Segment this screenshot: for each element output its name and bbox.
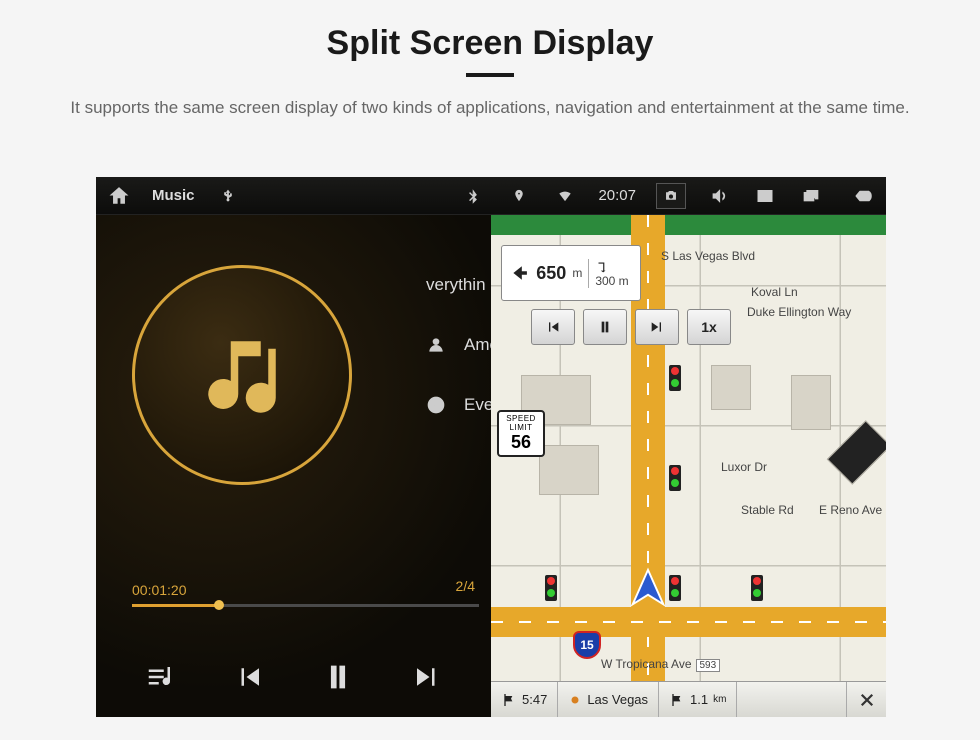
nav-close-button[interactable] xyxy=(846,682,886,717)
street-label: E Reno Ave xyxy=(819,503,882,517)
status-bar: Music 20:07 xyxy=(96,177,886,215)
track-album-row: Ever xyxy=(426,395,491,415)
turn-left-icon xyxy=(510,259,530,287)
track-title: verythin xyxy=(426,275,486,295)
wifi-icon xyxy=(552,183,578,209)
traffic-light-icon xyxy=(669,465,681,491)
track-album: Ever xyxy=(464,395,491,415)
poi-icon xyxy=(568,693,582,707)
turn-instruction: 650 m 300 m xyxy=(501,245,641,301)
page-subtitle: It supports the same screen display of t… xyxy=(50,95,930,121)
flag-icon xyxy=(501,692,517,708)
music-pane: verythin Ame Ever 00:01:20 2/4 xyxy=(96,215,491,717)
playlist-button[interactable] xyxy=(136,653,184,701)
artist-icon xyxy=(426,335,446,355)
traffic-light-icon xyxy=(545,575,557,601)
bluetooth-icon xyxy=(460,183,486,209)
home-icon[interactable] xyxy=(106,183,132,209)
nav-footer: 5:47 Las Vegas 1.1 km xyxy=(491,681,886,717)
nav-destination[interactable]: Las Vegas xyxy=(558,682,659,717)
track-artist: Ame xyxy=(464,335,491,355)
nav-prev-button[interactable] xyxy=(531,309,575,345)
track-artist-row: Ame xyxy=(426,335,491,355)
nav-remaining-distance[interactable]: 1.1 km xyxy=(659,682,737,717)
street-label: Stable Rd xyxy=(741,503,794,517)
track-title-row: verythin xyxy=(426,275,491,295)
pause-button[interactable] xyxy=(314,653,362,701)
recent-apps-icon[interactable] xyxy=(798,183,824,209)
street-label: Koval Ln xyxy=(751,285,798,299)
street-label: W Tropicana Ave593 xyxy=(601,657,720,671)
title-underline xyxy=(466,73,514,77)
street-label: Luxor Dr xyxy=(721,460,767,474)
nav-next-button[interactable] xyxy=(635,309,679,345)
track-counter: 2/4 xyxy=(456,578,475,594)
current-position-arrow xyxy=(625,566,671,617)
progress-bar[interactable]: 00:01:20 2/4 xyxy=(132,582,479,607)
camera-icon[interactable] xyxy=(656,183,686,209)
device-screen: Music 20:07 xyxy=(96,177,886,717)
flag-icon xyxy=(669,692,685,708)
close-screen-icon[interactable] xyxy=(752,183,778,209)
status-time: 20:07 xyxy=(598,187,636,204)
street-label: Duke Ellington Way xyxy=(747,305,851,319)
traffic-light-icon xyxy=(751,575,763,601)
volume-icon[interactable] xyxy=(706,183,732,209)
elapsed-time: 00:01:20 xyxy=(132,582,187,598)
location-icon xyxy=(506,183,532,209)
album-icon xyxy=(426,395,446,415)
traffic-light-icon xyxy=(669,365,681,391)
next-track-button[interactable] xyxy=(403,653,451,701)
navigation-pane[interactable]: S Las Vegas Blvd Koval Ln Duke Ellington… xyxy=(491,215,886,717)
page-title: Split Screen Display xyxy=(0,24,980,63)
usb-icon[interactable] xyxy=(215,183,241,209)
street-label: S Las Vegas Blvd xyxy=(661,249,755,263)
album-art[interactable] xyxy=(132,265,352,485)
track-info: verythin Ame Ever xyxy=(426,275,491,415)
nav-eta[interactable]: 5:47 xyxy=(491,682,558,717)
music-controls xyxy=(96,653,491,701)
interstate-shield: 15 xyxy=(573,631,601,659)
status-app-label: Music xyxy=(152,187,195,204)
speed-limit-sign: SPEED LIMIT 56 xyxy=(497,410,545,457)
nav-media-controls: 1x xyxy=(531,309,731,345)
nav-speed-button[interactable]: 1x xyxy=(687,309,731,345)
back-icon[interactable] xyxy=(850,183,876,209)
prev-track-button[interactable] xyxy=(225,653,273,701)
nav-pause-button[interactable] xyxy=(583,309,627,345)
